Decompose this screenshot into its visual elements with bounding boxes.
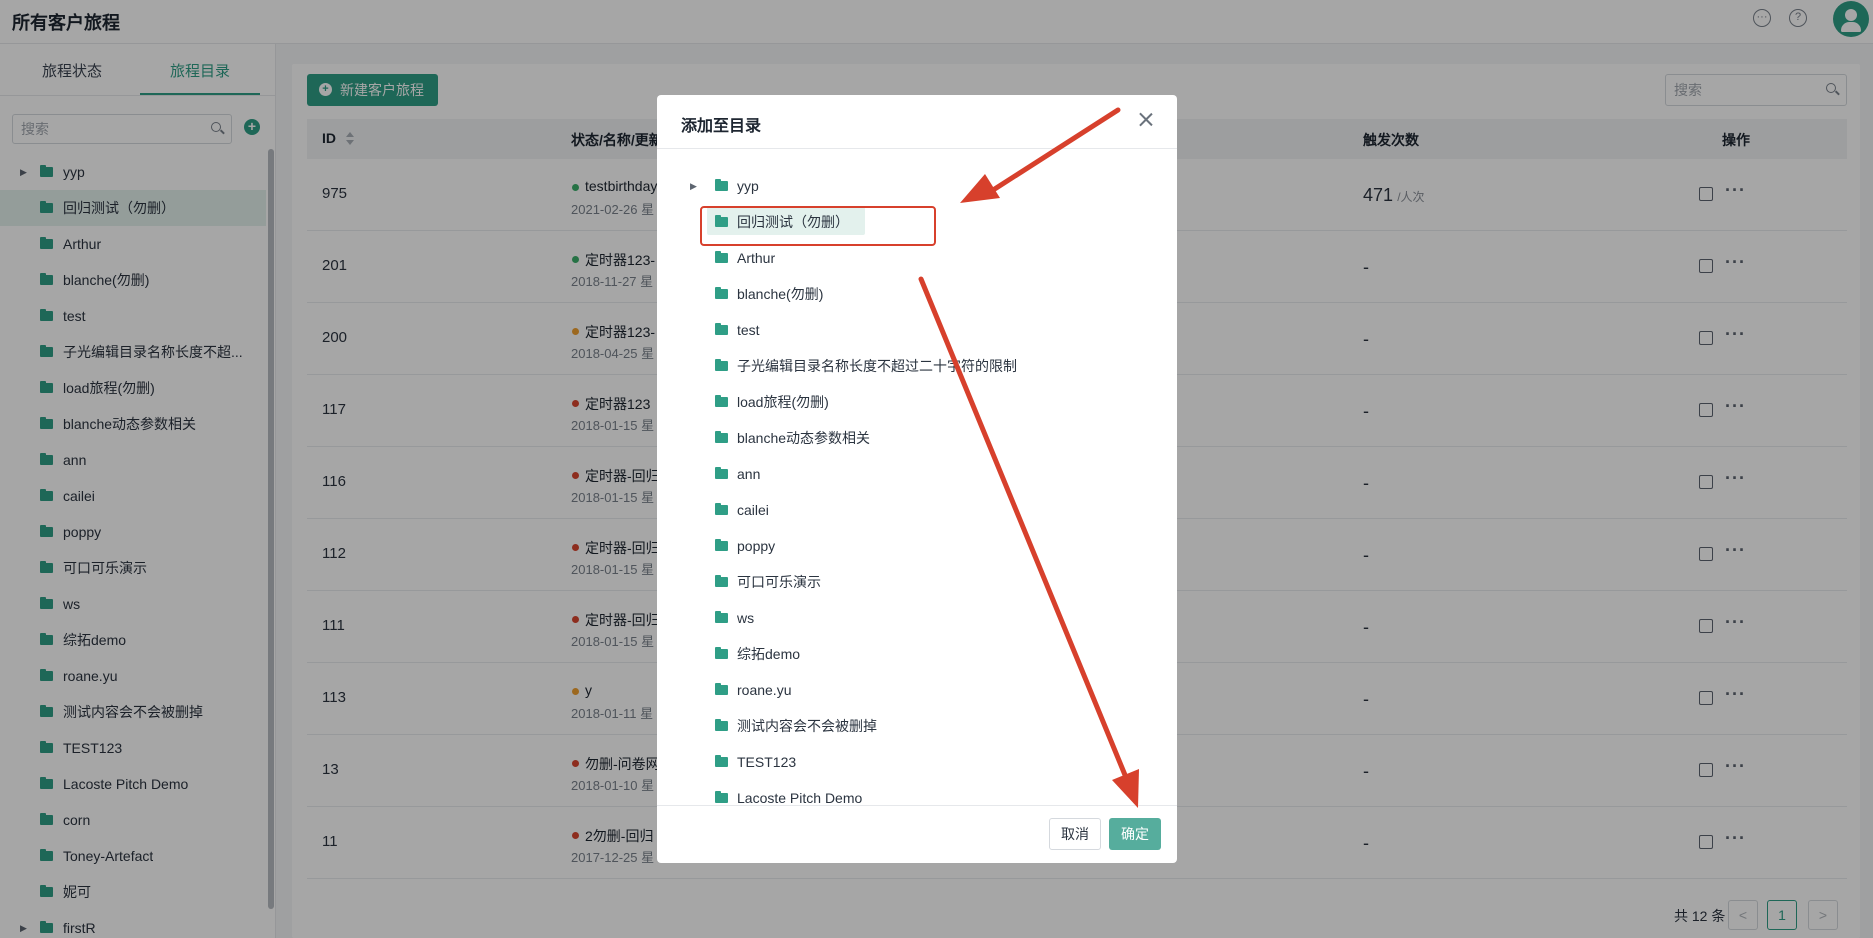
cancel-button[interactable]: 取消	[1049, 818, 1101, 850]
folder-icon	[715, 323, 728, 335]
folder-label: cailei	[737, 502, 769, 518]
folder-icon	[715, 719, 728, 731]
folder-icon	[715, 791, 728, 803]
folder-label: poppy	[737, 538, 776, 554]
folder-icon	[715, 359, 728, 371]
folder-label: 子光编辑目录名称长度不超过二十字符的限制	[737, 358, 1017, 374]
folder-icon	[715, 683, 728, 695]
folder-label: 综拓demo	[737, 646, 801, 662]
dialog-folder-tree: ▶ yyp 回归测试（勿删） Arthur blanche(勿删) test 子光编辑目录名…	[657, 150, 1177, 805]
confirm-button[interactable]: 确定	[1109, 818, 1161, 850]
folder-label: blanche(勿删)	[737, 286, 824, 302]
folder-icon	[715, 251, 728, 263]
annotation-highlight-box	[700, 206, 936, 246]
folder-icon	[715, 395, 728, 407]
folder-icon	[715, 575, 728, 587]
add-to-directory-dialog: 添加至目录 ▶ yyp 回归测试（勿删） Arthur blanche(勿删) test 子…	[657, 95, 1177, 863]
folder-label: 可口可乐演示	[737, 574, 821, 590]
folder-icon	[715, 611, 728, 623]
folder-icon	[715, 647, 728, 659]
folder-label: Lacoste Pitch Demo	[737, 790, 863, 805]
folder-label: ws	[737, 610, 755, 626]
folder-icon	[715, 755, 728, 767]
folder-icon	[715, 539, 728, 551]
dialog-title: 添加至目录	[681, 118, 762, 135]
folder-label: ann	[737, 466, 761, 482]
folder-icon	[715, 179, 728, 191]
dialog-footer: 取消 确定	[657, 805, 1177, 863]
folder-label: load旅程(勿删)	[737, 394, 829, 410]
folder-label: 测试内容会不会被删掉	[737, 718, 877, 734]
folder-label: blanche动态参数相关	[737, 430, 871, 446]
caret-right-icon[interactable]: ▶	[690, 171, 697, 201]
close-icon[interactable]	[1137, 111, 1155, 129]
folder-label: test	[737, 322, 760, 338]
folder-label: yyp	[737, 178, 759, 194]
folder-label: Arthur	[737, 250, 776, 266]
folder-icon	[715, 467, 728, 479]
folder-label: TEST123	[737, 754, 797, 770]
folder-icon	[715, 503, 728, 515]
dialog-header: 添加至目录	[657, 95, 1177, 149]
folder-icon	[715, 431, 728, 443]
folder-icon	[715, 287, 728, 299]
folder-label: roane.yu	[737, 682, 792, 698]
